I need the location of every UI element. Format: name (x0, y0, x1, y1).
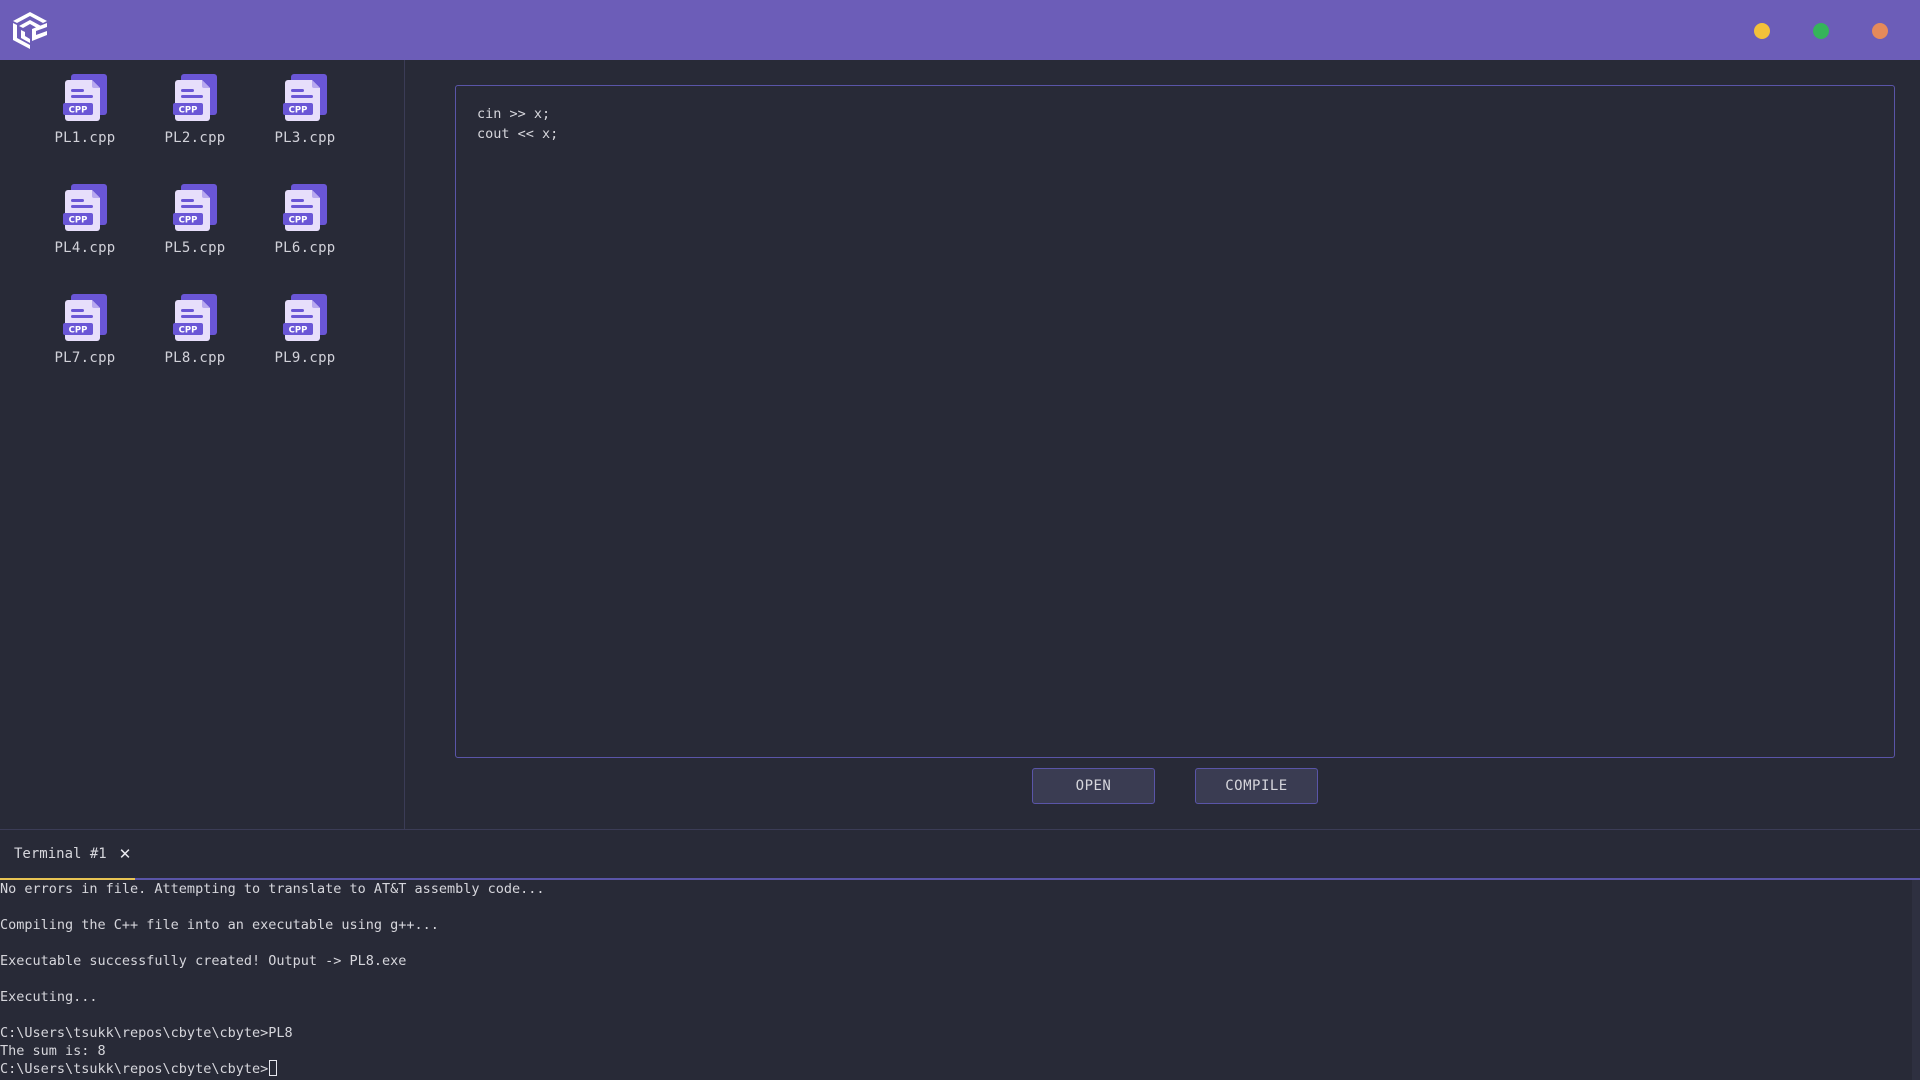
svg-text:CPP: CPP (69, 326, 88, 336)
close-button[interactable] (1872, 23, 1888, 39)
file-label: PL9.cpp (274, 350, 336, 366)
cpp-file-icon: CPP (63, 184, 107, 231)
file-label: PL8.cpp (164, 350, 226, 366)
file-item[interactable]: CPP PL3.cpp (250, 70, 360, 180)
cpp-file-icon: CPP (63, 74, 107, 121)
terminal-line: Compiling the C++ file into an executabl… (0, 917, 439, 933)
file-item[interactable]: CPP PL4.cpp (30, 180, 140, 290)
terminal-output[interactable]: No errors in file. Attempting to transla… (0, 880, 1910, 1080)
file-label: PL4.cpp (54, 240, 116, 256)
terminal-line: The sum is: 8 (0, 1043, 106, 1059)
file-grid: CPP PL1.cpp CPP PL2.cpp CPP PL3.cpp CPP … (30, 70, 360, 400)
app-logo-icon (13, 12, 47, 49)
file-explorer: CPP PL1.cpp CPP PL2.cpp CPP PL3.cpp CPP … (0, 60, 405, 829)
compile-button[interactable]: COMPILE (1195, 768, 1318, 804)
file-item[interactable]: CPP PL9.cpp (250, 290, 360, 400)
terminal-line: Executing... (0, 989, 98, 1005)
file-label: PL3.cpp (274, 130, 336, 146)
terminal-tab-label: Terminal #1 (14, 846, 107, 862)
file-item[interactable]: CPP PL6.cpp (250, 180, 360, 290)
cpp-file-icon: CPP (173, 294, 217, 341)
file-item[interactable]: CPP PL5.cpp (140, 180, 250, 290)
terminal-cursor (269, 1060, 278, 1076)
file-label: PL7.cpp (54, 350, 116, 366)
file-label: PL6.cpp (274, 240, 336, 256)
cpp-file-icon: CPP (283, 74, 327, 121)
terminal-line: Executable successfully created! Output … (0, 953, 407, 969)
terminal-line: No errors in file. Attempting to transla… (0, 881, 545, 897)
file-item[interactable]: CPP PL1.cpp (30, 70, 140, 180)
svg-text:CPP: CPP (289, 216, 308, 226)
file-item[interactable]: CPP PL7.cpp (30, 290, 140, 400)
svg-text:CPP: CPP (289, 106, 308, 116)
file-label: PL1.cpp (54, 130, 116, 146)
svg-text:CPP: CPP (179, 216, 198, 226)
code-editor[interactable] (456, 86, 1894, 757)
svg-text:CPP: CPP (179, 326, 198, 336)
svg-text:CPP: CPP (289, 326, 308, 336)
file-item[interactable]: CPP PL8.cpp (140, 290, 250, 400)
minimize-button[interactable] (1754, 23, 1770, 39)
close-tab-icon[interactable]: ✕ (119, 845, 132, 863)
title-bar (0, 0, 1920, 60)
file-item[interactable]: CPP PL2.cpp (140, 70, 250, 180)
svg-text:CPP: CPP (179, 106, 198, 116)
code-editor-frame (455, 85, 1895, 758)
terminal-scrollbar[interactable] (1912, 880, 1920, 1080)
terminal-prompt-line[interactable]: C:\Users\tsukk\repos\cbyte\cbyte> (0, 1060, 1910, 1078)
file-label: PL2.cpp (164, 130, 226, 146)
terminal-tab-bar: Terminal #1 ✕ (0, 830, 1920, 880)
terminal-line: C:\Users\tsukk\repos\cbyte\cbyte>PL8 (0, 1025, 293, 1041)
cpp-file-icon: CPP (173, 74, 217, 121)
terminal-prompt: C:\Users\tsukk\repos\cbyte\cbyte> (0, 1061, 269, 1077)
cpp-file-icon: CPP (63, 294, 107, 341)
cpp-file-icon: CPP (283, 184, 327, 231)
svg-text:CPP: CPP (69, 106, 88, 116)
maximize-button[interactable] (1813, 23, 1829, 39)
tab-terminal-1[interactable]: Terminal #1 ✕ (0, 830, 135, 880)
svg-text:CPP: CPP (69, 216, 88, 226)
file-label: PL5.cpp (164, 240, 226, 256)
cpp-file-icon: CPP (173, 184, 217, 231)
cpp-file-icon: CPP (283, 294, 327, 341)
open-button[interactable]: OPEN (1032, 768, 1155, 804)
